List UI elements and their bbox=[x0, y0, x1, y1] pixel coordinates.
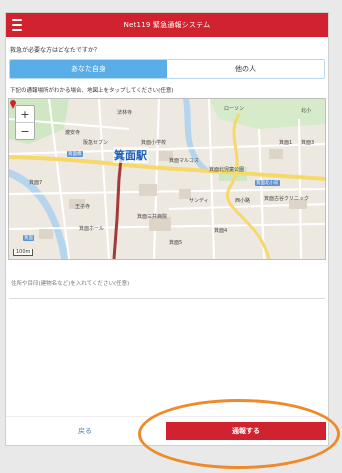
zoom-in-button[interactable]: + bbox=[16, 106, 34, 122]
patient-toggle: あなた自身 他の人 bbox=[9, 59, 325, 79]
road-label: 箕面 bbox=[23, 235, 34, 241]
map-label: 阪急セブン bbox=[83, 140, 109, 146]
map-label: 箕面ホール bbox=[79, 226, 105, 232]
footer-bar: 戻る 通報する bbox=[6, 416, 328, 445]
road-label: 箕面北小前 bbox=[255, 180, 280, 186]
map-label: サンディ bbox=[189, 198, 209, 204]
zoom-out-button[interactable]: − bbox=[16, 122, 34, 139]
map-zoom-control: + − bbox=[15, 105, 35, 140]
map-label: 箕面マルコス bbox=[169, 158, 199, 164]
station-label: 箕面駅 bbox=[113, 147, 148, 163]
map-label: 箕面1 bbox=[279, 140, 293, 146]
map-label: 箕面5 bbox=[169, 240, 183, 246]
map-label: 西小路 bbox=[235, 198, 251, 204]
map-label: 箕面三井病院 bbox=[137, 214, 168, 220]
address-input[interactable] bbox=[9, 279, 329, 289]
map-instruction: 下記の通報場所がわかる場合、地図上をタップしてください(任意) bbox=[10, 88, 174, 94]
map-label: 箕面小学校 bbox=[141, 140, 167, 146]
map-canvas bbox=[9, 99, 325, 259]
map-label: 箕面3 bbox=[301, 140, 315, 146]
location-pin-icon bbox=[10, 100, 16, 109]
header-title: Net119 緊急通報システム bbox=[123, 21, 211, 29]
map-label: 法林寺 bbox=[117, 110, 133, 116]
map-label: 瀧安寺 bbox=[65, 130, 81, 136]
address-field-container bbox=[9, 270, 329, 299]
map-label: 箕面北児童公園 bbox=[209, 167, 245, 173]
map-label: 北小 bbox=[301, 108, 312, 114]
map-label: 箕面4 bbox=[214, 228, 228, 234]
map-label: 箕面7 bbox=[29, 180, 43, 186]
hamburger-menu-icon[interactable] bbox=[12, 19, 22, 31]
location-map[interactable]: + − 法林寺 ローソン 瀧安寺 阪急セブン 箕面小学校 箕面マルコス 箕面北児… bbox=[8, 98, 326, 260]
map-scale: 100m bbox=[13, 249, 34, 256]
toggle-self-button[interactable]: あなた自身 bbox=[10, 60, 167, 78]
road-label: 箕面橋 bbox=[67, 151, 83, 157]
device-frame: Net119 緊急通報システム 救急が必要な方はどなたですか？ あなた自身 他の… bbox=[0, 0, 342, 473]
patient-question: 救急が必要な方はどなたですか？ bbox=[10, 47, 100, 54]
map-label: 王子寺 bbox=[75, 204, 91, 210]
map-label: 箕面古谷クリニック bbox=[264, 196, 310, 202]
map-label: ローソン bbox=[224, 106, 245, 112]
toggle-other-button[interactable]: 他の人 bbox=[167, 60, 324, 78]
report-button[interactable]: 通報する bbox=[166, 422, 326, 440]
back-button[interactable]: 戻る bbox=[50, 426, 120, 436]
app-header: Net119 緊急通報システム bbox=[6, 13, 328, 37]
app-screen: Net119 緊急通報システム 救急が必要な方はどなたですか？ あなた自身 他の… bbox=[6, 13, 329, 445]
